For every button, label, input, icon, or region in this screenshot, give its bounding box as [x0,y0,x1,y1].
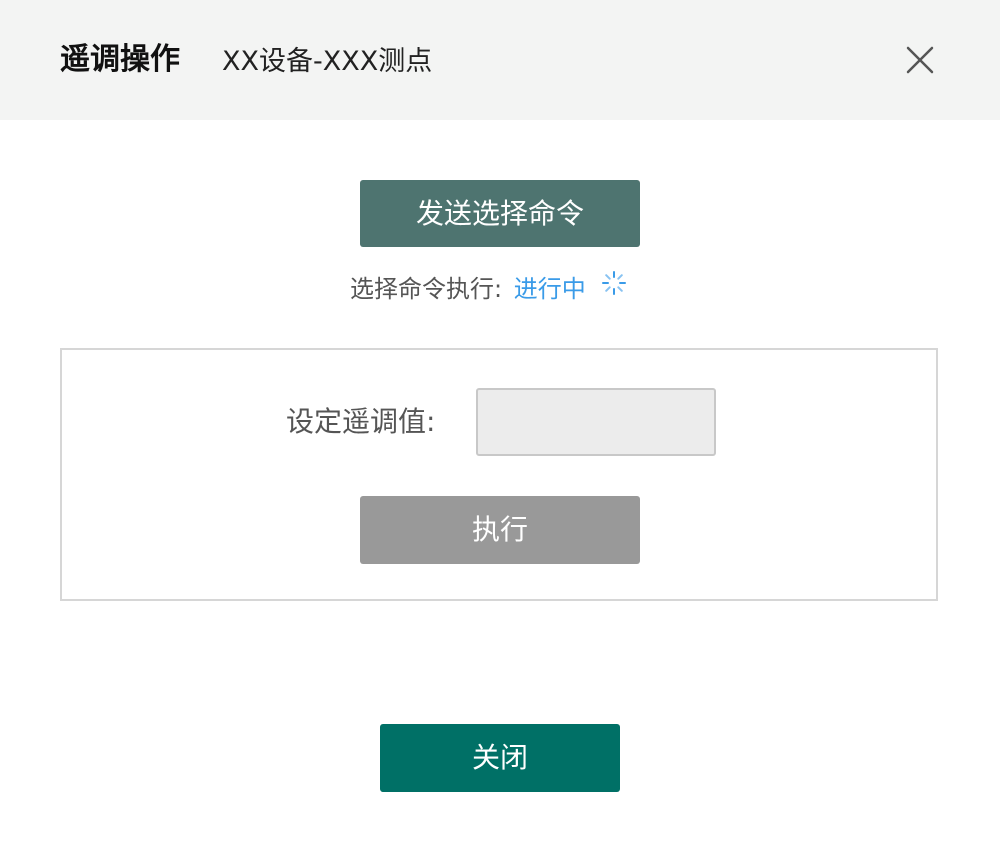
dialog-subtitle: XX设备-XXX测点 [222,46,433,77]
status-value: 进行中 [513,275,586,303]
setpoint-label: 设定遥调值: [286,405,436,438]
close-button[interactable]: 关闭 [380,724,620,792]
send-select-command-button[interactable]: 发送选择命令 [360,180,640,247]
setpoint-value-input[interactable] [476,388,716,456]
loading-spinner-icon [601,269,627,307]
status-label: 选择命令执行: [350,275,503,303]
dialog-title: 遥调操作 [60,42,180,77]
select-command-status: 选择命令执行: 进行中 [350,270,627,308]
execute-button[interactable]: 执行 [360,496,640,564]
remote-adjust-dialog: 遥调操作 XX设备-XXX测点 发送选择命令 选择命令执行: 进行中 设定遥调值… [0,0,1000,852]
dialog-header: 遥调操作 XX设备-XXX测点 [0,0,1000,120]
close-icon[interactable] [902,42,938,78]
